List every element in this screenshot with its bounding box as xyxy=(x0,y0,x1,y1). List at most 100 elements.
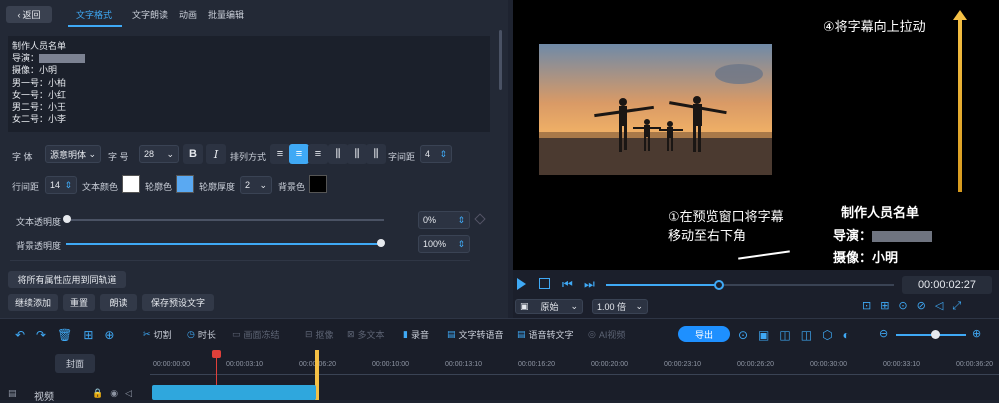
outline-color-swatch[interactable] xyxy=(176,175,194,193)
credits-line: 导演： xyxy=(12,52,486,64)
vertical-align-top-icon[interactable]: ⫼ xyxy=(328,144,348,164)
stt-tool[interactable]: ▤ 语音转文字 xyxy=(517,328,574,341)
text-color-swatch[interactable] xyxy=(122,175,140,193)
divider xyxy=(0,318,999,319)
ai-video-tool[interactable]: ◎ AI视频 xyxy=(588,328,625,341)
panel-scrollbar[interactable] xyxy=(499,30,502,90)
tab-animation[interactable]: 动画 xyxy=(179,8,197,21)
zoom-out-icon[interactable]: ⊖ xyxy=(879,327,888,340)
tab-text-read[interactable]: 文字朗读 xyxy=(132,8,168,21)
ruler-tick: 00:00:26:20 xyxy=(737,361,774,368)
arrow-head-icon xyxy=(953,10,967,20)
align-right-icon[interactable]: ≡ xyxy=(308,144,328,164)
prev-frame-icon[interactable]: ⏮ xyxy=(562,277,573,292)
bg-opacity-slider[interactable] xyxy=(66,243,384,245)
stop-icon[interactable] xyxy=(539,278,550,289)
outline-color-label: 轮廓色 xyxy=(145,182,173,192)
video-clip[interactable] xyxy=(152,385,316,400)
video-track-label: 视频 xyxy=(34,392,54,403)
multi-text-icon: ⊠ xyxy=(347,329,355,339)
chevron-down-icon: ⌄ xyxy=(88,148,96,159)
duration-tool[interactable]: ◷ 时长 xyxy=(187,328,216,341)
line-spacing-label: 行间距 xyxy=(12,182,40,192)
back-button[interactable]: ‹ 返回 xyxy=(6,6,52,23)
line-spacing-stepper[interactable]: 14 ⇕ xyxy=(45,176,77,194)
align-center-icon[interactable]: ≡ xyxy=(289,144,309,164)
view-tool-icons[interactable]: ⊙▣◫◫⬡◐ xyxy=(738,328,860,342)
outline-width-select[interactable]: 2 ⌄ xyxy=(240,176,272,194)
multi-text-tool[interactable]: ⊠ 多文本 xyxy=(347,328,385,341)
ai-icon: ◎ xyxy=(588,329,596,339)
annotation-drag-up: ④将字幕向上拉动 xyxy=(823,19,926,34)
play-icon[interactable] xyxy=(517,278,526,290)
italic-button[interactable]: I xyxy=(206,144,226,164)
tab-batch-edit[interactable]: 批量编辑 xyxy=(208,8,244,21)
zoom-slider-thumb[interactable] xyxy=(931,330,940,339)
freeze-tool[interactable]: ▭ 画面冻结 xyxy=(232,328,280,341)
tts-icon: ▤ xyxy=(447,329,456,339)
speed-select[interactable]: 1.00 倍 ⌄ xyxy=(592,299,648,314)
preview-subtitle-director[interactable]: 导演： xyxy=(833,225,933,244)
preview-subtitle-title[interactable]: 制作人员名单 xyxy=(841,202,919,221)
font-select[interactable]: 源意明体 ⌄ xyxy=(45,145,101,163)
continue-add-button[interactable]: 继续添加 xyxy=(8,294,58,311)
bg-color-swatch[interactable] xyxy=(309,175,327,193)
record-tool[interactable]: ▮ 录音 xyxy=(403,328,429,341)
text-opacity-slider[interactable] xyxy=(66,219,384,221)
annotation-move-line1: ①在预览窗口将字幕 xyxy=(668,209,784,224)
bg-opacity-slider-thumb[interactable] xyxy=(377,239,385,247)
edit-tool-icons[interactable]: ↶↷🗑⊞⊕ xyxy=(15,328,125,342)
ruler-tick: 00:00:23:10 xyxy=(664,361,701,368)
time-display[interactable]: 00:00:02:27 xyxy=(902,276,992,294)
credits-line: 女二号：小李 xyxy=(12,114,67,125)
playhead-handle[interactable] xyxy=(212,350,221,358)
ratio-select[interactable]: ▣ 原始 ⌄ xyxy=(515,299,583,314)
ruler-tick: 00:00:13:10 xyxy=(445,361,482,368)
matting-tool[interactable]: ⊟ 抠像 xyxy=(305,328,334,341)
zoom-in-icon[interactable]: ⊕ xyxy=(972,327,981,340)
bg-color-label: 背景色 xyxy=(278,182,306,192)
bg-opacity-input[interactable]: 100% ⇕ xyxy=(418,235,470,253)
preview-subtitle-camera[interactable]: 摄像：小明 xyxy=(833,247,898,266)
vertical-align-bottom-icon[interactable]: ⫼ xyxy=(366,144,386,164)
arrow-up-icon xyxy=(958,14,962,192)
apply-all-button[interactable]: 将所有属性应用到同轨道 xyxy=(8,271,126,288)
align-left-icon[interactable]: ≡ xyxy=(270,144,290,164)
tab-text-format[interactable]: 文字格式 xyxy=(76,8,112,21)
preview-tool-icons[interactable]: ⊡⊞⊙⊘◁⤢ xyxy=(862,299,970,313)
credits-line: 制作人员名单 xyxy=(12,41,67,51)
spacing-stepper[interactable]: 4 ⇕ xyxy=(420,145,452,163)
text-opacity-slider-thumb[interactable] xyxy=(63,215,71,223)
cover-button[interactable]: 封面 xyxy=(55,354,95,373)
bold-button[interactable]: B xyxy=(183,144,203,164)
text-opacity-label: 文本透明度 xyxy=(16,217,62,227)
outline-width-label: 轮廓厚度 xyxy=(199,182,236,192)
beach-family-image xyxy=(539,44,772,175)
text-color-label: 文本颜色 xyxy=(82,182,119,192)
read-button[interactable]: 朗读 xyxy=(100,294,137,311)
time-ruler[interactable] xyxy=(150,355,999,375)
track-control-icons[interactable]: 🔒◉◁ xyxy=(92,388,139,399)
spacing-label: 字间距 xyxy=(388,152,416,162)
partially-hidden-row xyxy=(10,260,470,266)
bg-opacity-label: 背景透明度 xyxy=(16,241,62,251)
export-button[interactable]: 导出 xyxy=(678,326,730,342)
vertical-align-middle-icon[interactable]: ⫼ xyxy=(347,144,367,164)
text-opacity-input[interactable]: 0% ⇕ xyxy=(418,211,470,229)
clock-icon: ◷ xyxy=(187,329,195,339)
font-label: 字 体 xyxy=(12,152,33,162)
next-frame-icon[interactable]: ⏭ xyxy=(584,277,595,292)
ruler-tick: 00:00:03:10 xyxy=(226,361,263,368)
save-preset-button[interactable]: 保存预设文字 xyxy=(142,294,214,311)
scissors-icon: ✂ xyxy=(143,329,151,339)
credits-line: 男二号：小王 xyxy=(12,102,67,113)
cut-tool[interactable]: ✂ 切割 xyxy=(143,328,172,341)
reset-button[interactable]: 重置 xyxy=(63,294,95,311)
tts-tool[interactable]: ▤ 文字转语音 xyxy=(447,328,504,341)
ruler-tick: 00:00:20:00 xyxy=(591,361,628,368)
playhead-thumb[interactable] xyxy=(714,280,724,290)
chevron-left-icon: ‹ xyxy=(17,9,21,20)
size-select[interactable]: 28 ⌄ xyxy=(139,145,179,163)
subtitle-text-editor[interactable]: 制作人员名单 导演： 摄像：小明 男一号：小柏 女一号：小红 男二号：小王 女二… xyxy=(8,36,490,132)
chevron-down-icon: ⌄ xyxy=(166,148,174,159)
